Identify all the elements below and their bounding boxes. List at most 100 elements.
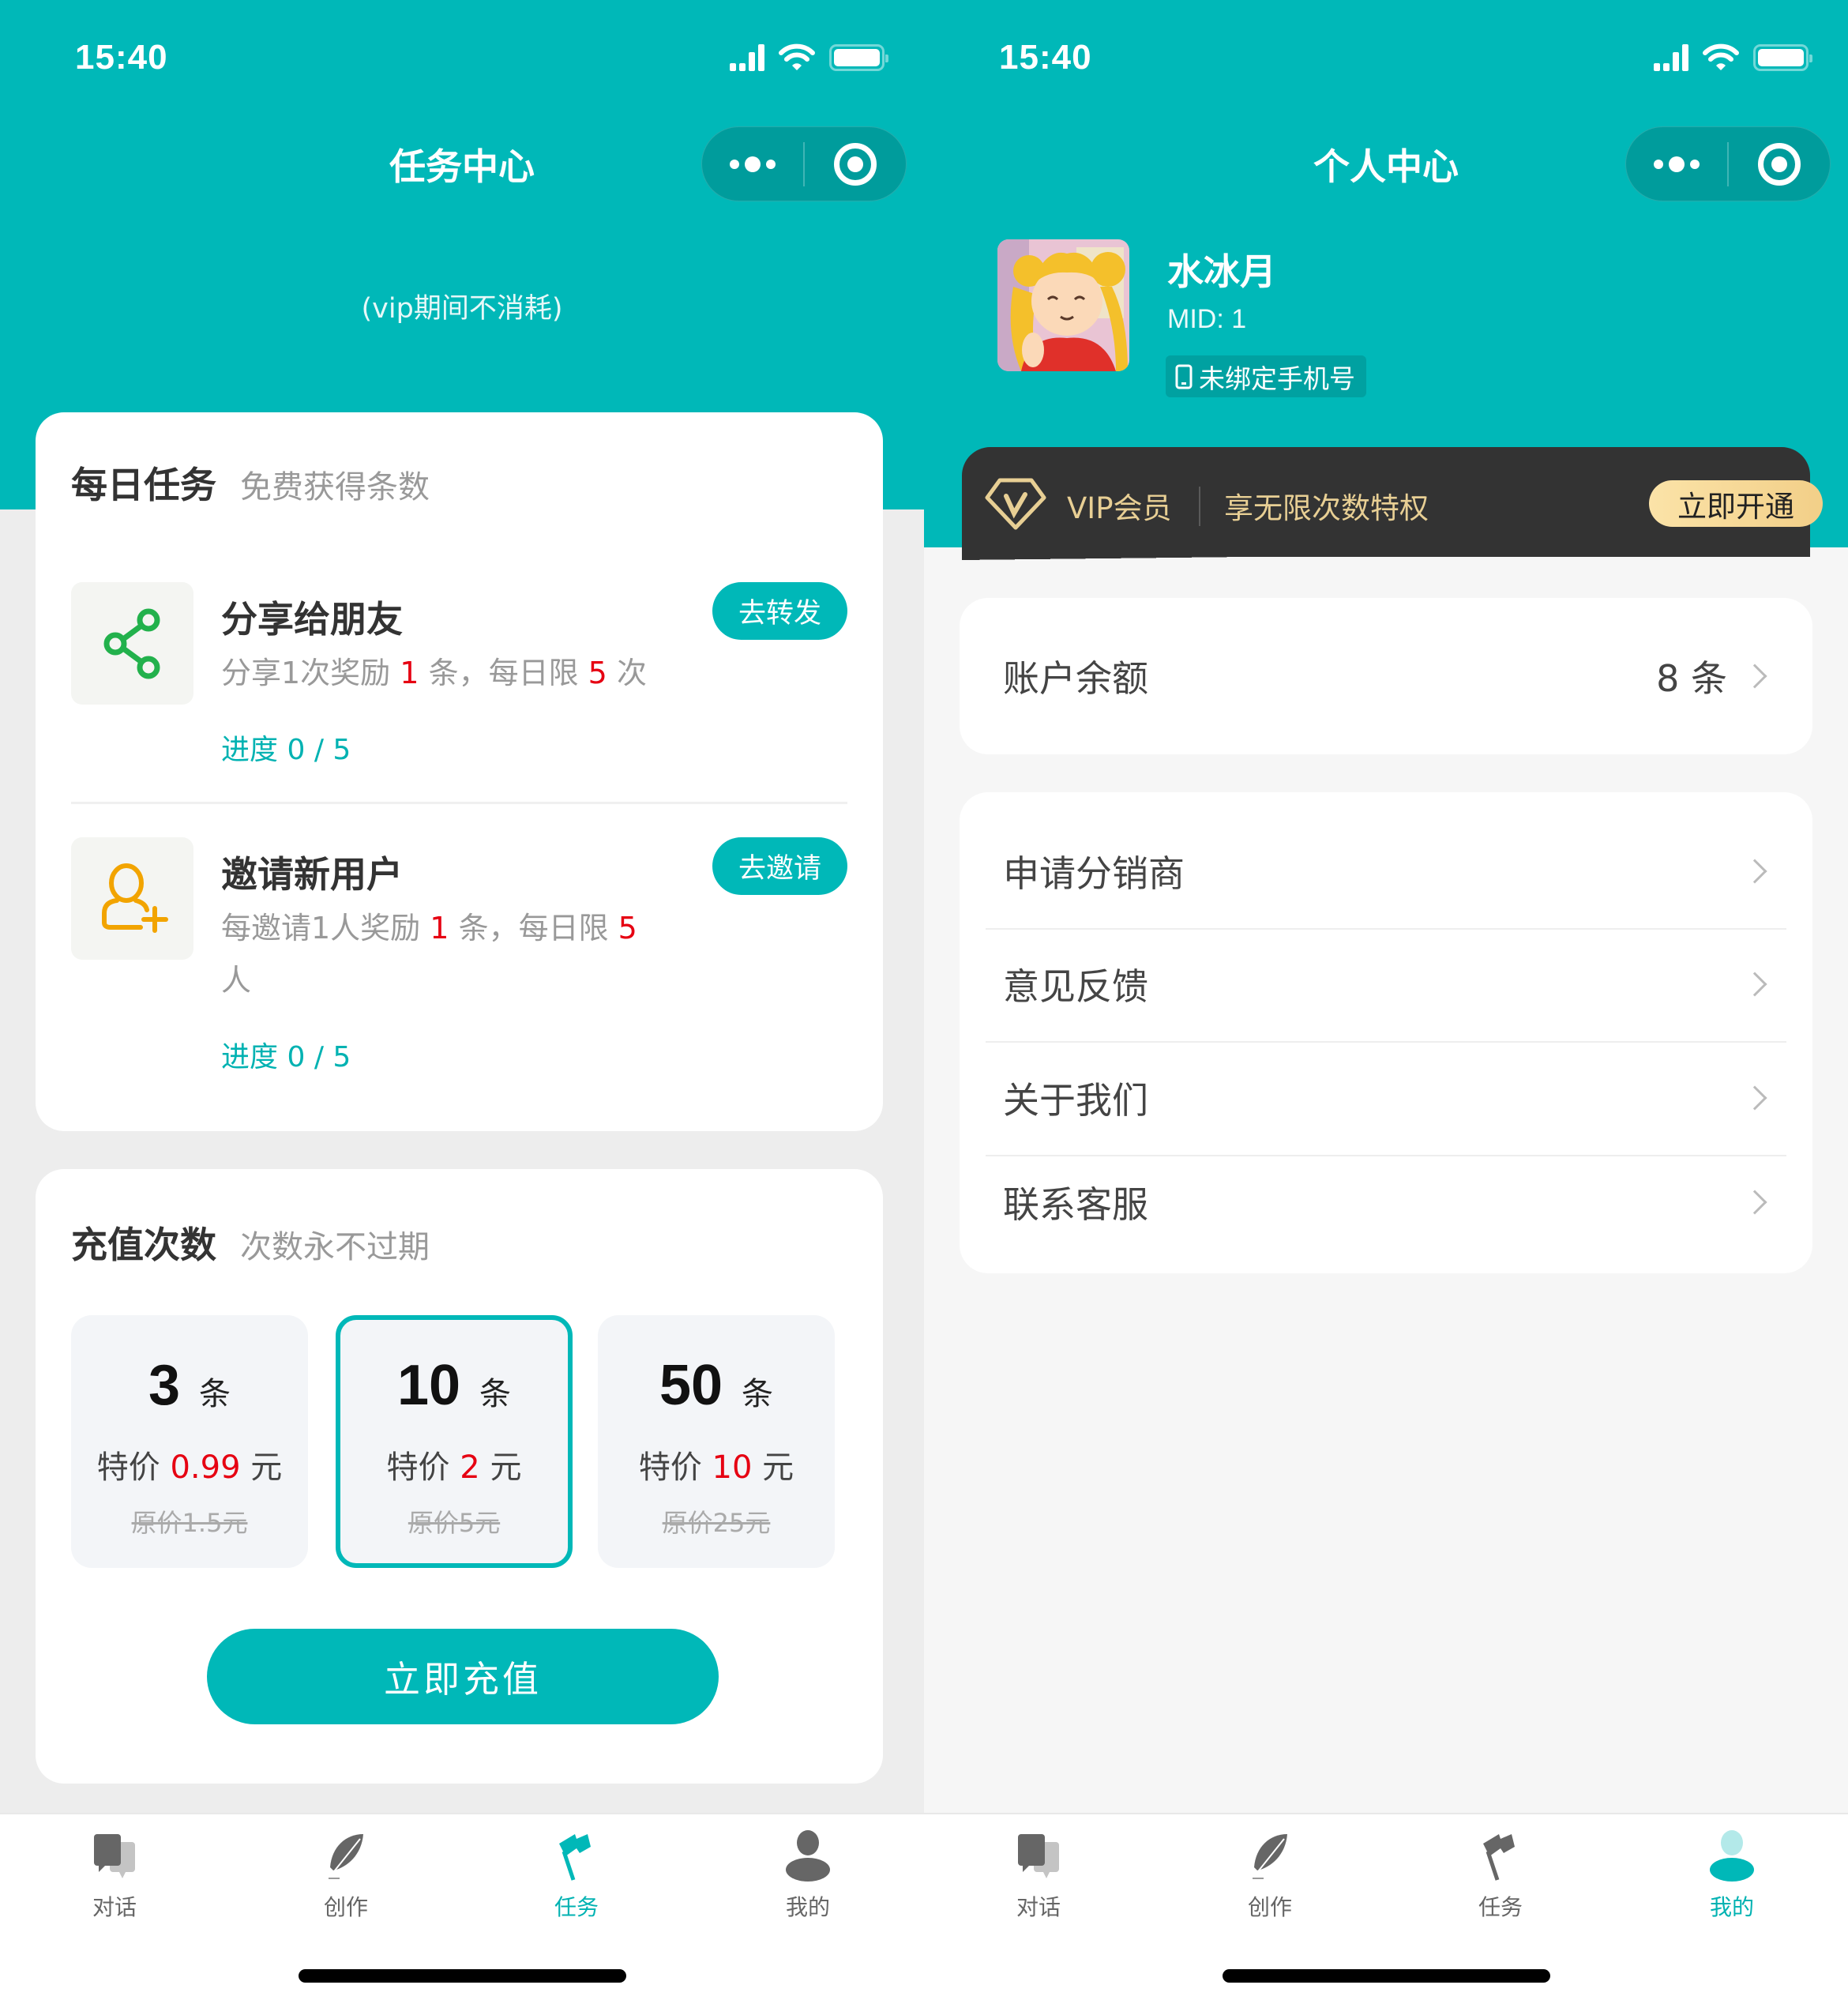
more-button[interactable]	[702, 127, 803, 201]
feather-icon	[322, 1829, 370, 1884]
package-amount: 10	[396, 1354, 461, 1417]
tab-create[interactable]: 创作	[267, 1814, 425, 1941]
vip-diamond-icon	[985, 478, 1046, 530]
more-button[interactable]	[1626, 127, 1727, 201]
status-time: 15:40	[75, 38, 168, 77]
vip-banner: VIP会员 享无限次数特权 立即开通	[962, 447, 1823, 560]
wifi-icon	[1703, 43, 1739, 70]
signal-icon	[1654, 44, 1688, 71]
divider	[986, 928, 1786, 930]
balance-value: 8 条	[1656, 657, 1727, 700]
miniprogram-capsule	[1625, 126, 1831, 201]
close-miniprogram-button[interactable]	[805, 127, 906, 201]
vip-note: (vip期间不消耗)	[361, 293, 563, 325]
share-icon	[71, 582, 193, 705]
package-original-price: 原价25元	[662, 1508, 771, 1538]
tab-label: 创作	[323, 1894, 368, 1920]
target-icon	[1758, 142, 1801, 186]
flag-icon	[1477, 1829, 1524, 1884]
divider	[71, 802, 847, 804]
chevron-right-icon	[1742, 664, 1767, 689]
tab-label: 我的	[785, 1894, 830, 1920]
task-center-screen: 15:40 任务中心 (vip期间不消耗) 每日任务 免费获得条数 分享给朋友 …	[0, 0, 924, 2000]
package-original-price: 原价5元	[408, 1508, 501, 1538]
bind-phone-badge[interactable]: 未绑定手机号	[1166, 355, 1366, 397]
phone-badge-label: 未绑定手机号	[1199, 363, 1355, 394]
balance-card[interactable]: 账户余额 8 条	[960, 598, 1812, 754]
package-amount: 50	[659, 1354, 723, 1417]
package-original-price: 原价1.5元	[131, 1508, 248, 1538]
task-progress: 进度 0 / 5	[221, 734, 351, 766]
package-option-10[interactable]: 10 条 特价 2 元 原价5元	[336, 1315, 573, 1568]
status-icons	[1654, 43, 1812, 72]
package-option-50[interactable]: 50 条 特价 10 元 原价25元	[598, 1315, 835, 1568]
tab-create[interactable]: 创作	[1191, 1814, 1349, 1941]
tab-label: 创作	[1247, 1894, 1292, 1920]
battery-icon	[829, 44, 888, 71]
user-mid: MID: 1	[1167, 304, 1247, 334]
menu-item-feedback[interactable]: 意见反馈	[960, 937, 1812, 1032]
reward-count: 1	[400, 656, 419, 690]
vip-label: VIP会员	[1067, 491, 1172, 525]
tab-tasks[interactable]: 任务	[498, 1814, 655, 1941]
chat-icon	[91, 1829, 138, 1884]
daily-limit: 5	[618, 911, 637, 945]
divider	[986, 1041, 1786, 1043]
menu-card: 申请分销商 意见反馈 关于我们 联系客服	[960, 792, 1812, 1273]
chevron-right-icon	[1742, 972, 1767, 997]
status-icons	[730, 43, 888, 72]
package-price: 特价 2 元	[386, 1449, 522, 1486]
close-miniprogram-button[interactable]	[1729, 127, 1830, 201]
chevron-right-icon	[1742, 1085, 1767, 1111]
tab-label: 我的	[1709, 1894, 1754, 1920]
section-title: 每日任务	[71, 464, 216, 506]
activate-vip-button[interactable]: 立即开通	[1649, 480, 1823, 527]
miniprogram-capsule	[701, 126, 907, 201]
task-title: 邀请新用户	[221, 853, 403, 896]
tab-mine[interactable]: 我的	[1653, 1814, 1811, 1941]
add-user-icon	[71, 837, 193, 960]
vip-description: 享无限次数特权	[1224, 491, 1429, 525]
task-title: 分享给朋友	[221, 598, 403, 641]
reward-count: 1	[430, 911, 449, 945]
more-icon	[730, 156, 776, 172]
avatar[interactable]	[997, 239, 1129, 371]
flag-icon	[553, 1829, 600, 1884]
menu-label: 意见反馈	[1003, 965, 1148, 1008]
home-indicator[interactable]	[1223, 1969, 1550, 1983]
user-icon	[784, 1829, 832, 1884]
menu-item-distributor[interactable]: 申请分销商	[960, 824, 1812, 919]
status-time: 15:40	[999, 38, 1092, 77]
menu-item-support[interactable]: 联系客服	[960, 1155, 1812, 1250]
chevron-right-icon	[1742, 1190, 1767, 1215]
tab-mine[interactable]: 我的	[729, 1814, 887, 1941]
menu-item-about[interactable]: 关于我们	[960, 1051, 1812, 1145]
tab-chat[interactable]: 对话	[36, 1814, 193, 1941]
battery-icon	[1753, 44, 1812, 71]
balance-row[interactable]: 账户余额 8 条	[960, 629, 1812, 724]
tab-chat[interactable]: 对话	[960, 1814, 1117, 1941]
recharge-now-button[interactable]: 立即充值	[207, 1629, 719, 1724]
menu-label: 申请分销商	[1003, 852, 1185, 895]
menu-label: 关于我们	[1003, 1079, 1148, 1122]
invite-button[interactable]: 去邀请	[712, 837, 847, 895]
home-indicator[interactable]	[299, 1969, 626, 1983]
share-button[interactable]: 去转发	[712, 582, 847, 640]
tab-label: 任务	[1478, 1894, 1523, 1920]
tab-label: 任务	[554, 1894, 599, 1920]
more-icon	[1654, 156, 1700, 172]
tab-tasks[interactable]: 任务	[1422, 1814, 1579, 1941]
section-title: 充值次数	[71, 1224, 216, 1266]
package-option-3[interactable]: 3条 特价 0.99 元 原价1.5元	[71, 1315, 308, 1568]
task-progress: 进度 0 / 5	[221, 1041, 351, 1073]
daily-tasks-header: 每日任务 免费获得条数	[71, 457, 430, 509]
task-description: 分享1次奖励 1 条，每日限 5 次	[221, 656, 647, 690]
recharge-card: 充值次数 次数永不过期 3条 特价 0.99 元 原价1.5元 10 条 特价 2…	[36, 1169, 883, 1784]
chevron-right-icon	[1742, 859, 1767, 884]
signal-icon	[730, 44, 764, 71]
package-price: 特价 0.99 元	[96, 1449, 283, 1486]
package-amount: 3	[148, 1354, 181, 1417]
feather-icon	[1246, 1829, 1294, 1884]
section-subtitle: 次数永不过期	[240, 1229, 430, 1265]
task-description: 每邀请1人奖励 1 条，每日限 5 人	[221, 911, 637, 998]
